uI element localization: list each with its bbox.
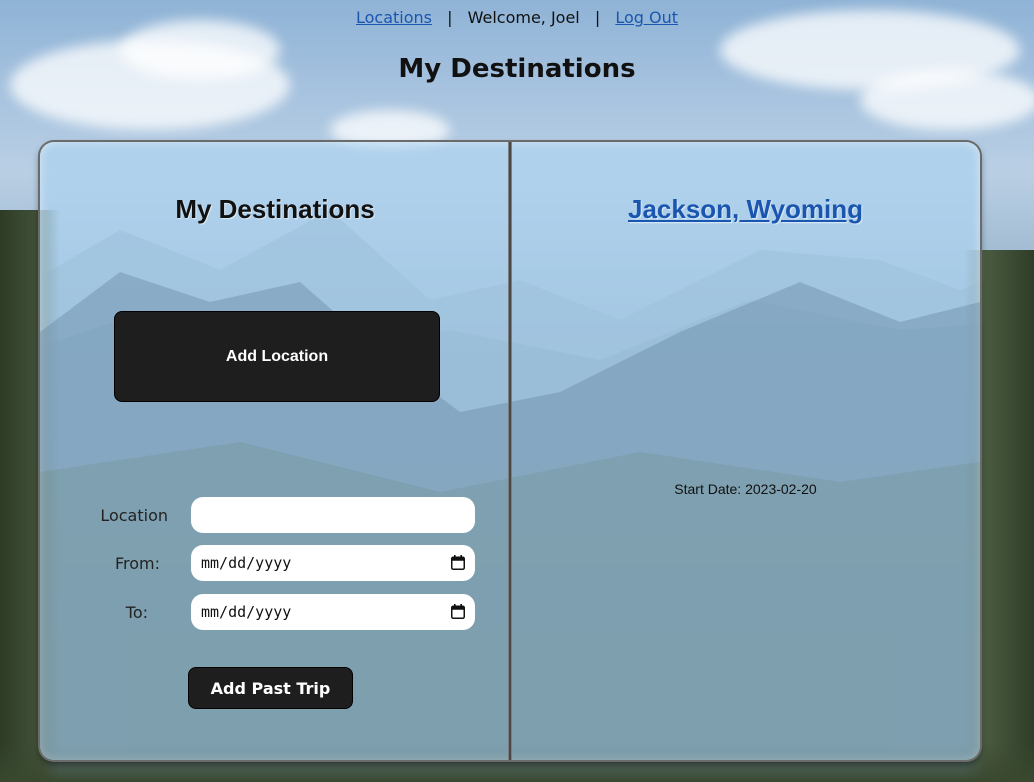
right-page: Jackson, Wyoming Start Date: 2023-02-20	[511, 142, 980, 760]
top-navigation: Locations | Welcome, Joel | Log Out	[0, 8, 1034, 27]
nav-separator: |	[594, 8, 601, 27]
location-row: Location	[40, 497, 510, 535]
left-page-heading: My Destinations	[175, 194, 375, 224]
destination-link[interactable]: Jackson, Wyoming	[511, 194, 980, 225]
locations-link[interactable]: Locations	[356, 8, 432, 27]
location-label: Location	[100, 506, 168, 525]
add-location-button[interactable]: Add Location	[114, 311, 440, 402]
to-row: To: mm/dd/yyyy	[40, 594, 510, 632]
calendar-icon[interactable]	[451, 604, 465, 619]
to-label: To:	[125, 603, 148, 622]
add-past-trip-button[interactable]: Add Past Trip	[188, 667, 353, 709]
page-title: My Destinations	[398, 54, 636, 84]
logout-link[interactable]: Log Out	[615, 8, 678, 27]
destinations-book: My Destinations Add Location Location Fr…	[40, 142, 980, 760]
left-page: My Destinations Add Location Location Fr…	[40, 142, 510, 760]
calendar-icon[interactable]	[451, 555, 465, 570]
nav-separator: |	[447, 8, 453, 27]
start-date-text: Start Date: 2023-02-20	[674, 481, 817, 497]
from-label: From:	[114, 554, 160, 573]
to-date-value: mm/dd/yyyy	[201, 603, 292, 621]
from-row: From: mm/dd/yyyy	[40, 545, 510, 583]
to-date-input[interactable]: mm/dd/yyyy	[191, 594, 475, 630]
location-input[interactable]	[191, 497, 475, 533]
from-date-input[interactable]: mm/dd/yyyy	[191, 545, 475, 581]
from-date-value: mm/dd/yyyy	[201, 554, 292, 572]
welcome-text: Welcome, Joel	[467, 8, 580, 27]
